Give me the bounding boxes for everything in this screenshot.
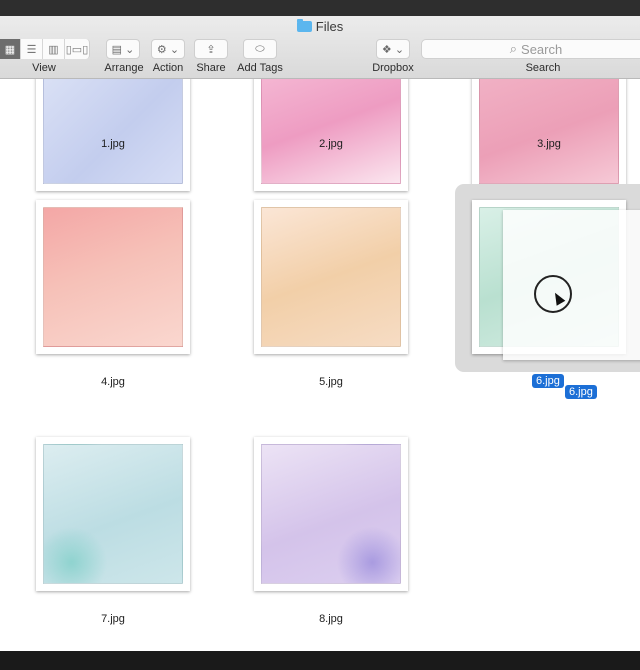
share-label: Share (196, 62, 226, 74)
file-icon-grid: 1.jpg 2.jpg 3.jpg 4.jpg 5.jpg 6.jpg 6.jp… (0, 79, 640, 651)
arrange-button[interactable]: ▤ ⌄ (106, 39, 140, 59)
add-tags-label: Add Tags (237, 62, 283, 74)
share-icon: ⇪ (206, 43, 216, 56)
columns-icon: ▥ (48, 43, 59, 56)
finder-toolbar: Files ▦ ☰ ▥ ▯▭▯ View ▤ ⌄ Arrange ⚙ ⌄ Act… (0, 16, 640, 79)
window-top-edge (0, 0, 640, 16)
search-label: Search (525, 62, 561, 74)
action-button[interactable]: ⚙ ⌄ (151, 39, 185, 59)
column-view-button[interactable]: ▥ (43, 39, 65, 59)
file-name[interactable]: 8.jpg (254, 613, 408, 625)
file-thumbnail[interactable] (254, 437, 408, 591)
image-preview (261, 444, 401, 584)
file-name[interactable]: 7.jpg (36, 613, 190, 625)
view-label: View (32, 62, 56, 74)
grid-icon: ▦ (4, 43, 16, 56)
arrange-icon: ▤ ⌄ (111, 43, 135, 56)
file-thumbnail[interactable] (254, 79, 408, 191)
window-bottom-edge (0, 651, 640, 670)
gear-icon: ⚙ ⌄ (156, 43, 180, 56)
file-thumbnail[interactable] (36, 200, 190, 354)
action-label: Action (152, 62, 184, 74)
cover-flow-button[interactable]: ▯▭▯ (65, 39, 90, 59)
file-thumbnail[interactable] (254, 200, 408, 354)
file-thumbnail[interactable] (472, 79, 626, 191)
list-view-button[interactable]: ☰ (21, 39, 43, 59)
add-tags-button[interactable]: ⬭ (243, 39, 277, 59)
icon-view-button[interactable]: ▦ (0, 39, 21, 59)
view-mode-control: ▦ ☰ ▥ ▯▭▯ (0, 39, 90, 59)
dropbox-icon: ❖ ⌄ (381, 43, 405, 56)
folder-icon (296, 19, 312, 32)
file-thumbnail[interactable] (36, 437, 190, 591)
image-preview (479, 79, 619, 184)
search-field[interactable]: ⌕ Search (421, 39, 640, 59)
dropbox-button[interactable]: ❖ ⌄ (376, 39, 410, 59)
image-preview (43, 207, 183, 347)
file-name[interactable]: 3.jpg (472, 138, 626, 150)
image-preview (43, 444, 183, 584)
file-name[interactable]: 5.jpg (254, 376, 408, 388)
file-name-selected[interactable]: 6.jpg (532, 374, 564, 388)
list-icon: ☰ (26, 43, 37, 56)
dropbox-label: Dropbox (372, 62, 414, 74)
cover-flow-icon: ▯▭▯ (65, 43, 89, 56)
image-preview (43, 79, 183, 184)
share-button[interactable]: ⇪ (194, 39, 228, 59)
image-preview (261, 207, 401, 347)
image-preview (261, 79, 401, 184)
file-name[interactable]: 1.jpg (36, 138, 190, 150)
file-name[interactable]: 2.jpg (254, 138, 408, 150)
file-thumbnail[interactable] (36, 79, 190, 191)
search-icon: ⌕ (509, 41, 518, 56)
drag-label: 6.jpg (565, 385, 597, 399)
search-placeholder: Search (521, 41, 563, 57)
window-title-text: Files (315, 19, 344, 34)
file-name[interactable]: 4.jpg (36, 376, 190, 388)
drag-preview (503, 210, 640, 360)
tag-icon: ⬭ (255, 42, 265, 55)
arrange-label: Arrange (104, 62, 144, 74)
window-title: Files (0, 19, 640, 34)
